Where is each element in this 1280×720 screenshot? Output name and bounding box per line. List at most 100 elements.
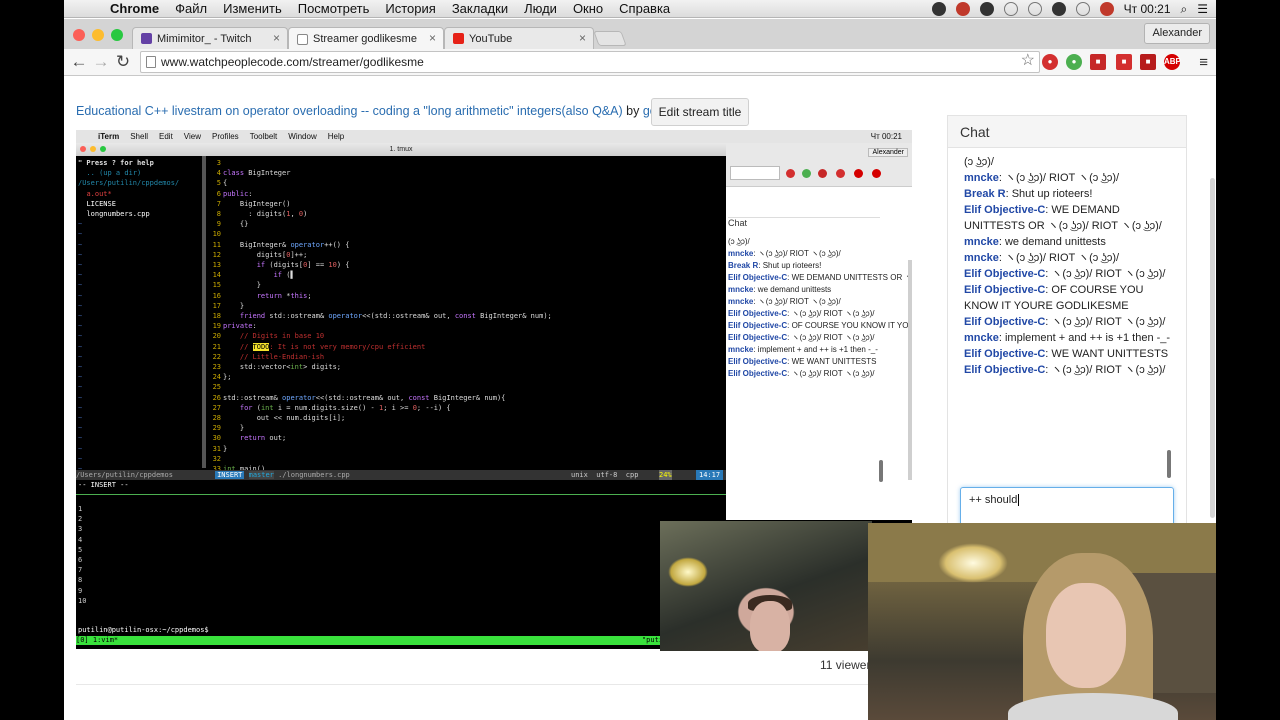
stream-mac-menubar: iTerm Shell Edit View Profiles Toolbelt … [76, 130, 912, 143]
ext-icon-4[interactable]: ■ [1116, 54, 1132, 70]
menu-people[interactable]: Люди [524, 1, 557, 16]
page-scrollbar[interactable] [1210, 178, 1215, 518]
chat-text: (ↄ ͜ʖↄ)/ [964, 156, 994, 168]
chat-username[interactable]: Elif Objective-C [964, 316, 1045, 328]
chat-message: mncke: implement + and ++ is +1 then -_- [964, 330, 1174, 346]
chat-message: Elif Objective-C: OF COURSE YOU KNOW IT … [728, 320, 912, 332]
chat-username[interactable]: Elif Objective-C [964, 364, 1045, 376]
chat-username[interactable]: Elif Objective-C [728, 369, 787, 378]
input-flag-icon[interactable] [1099, 2, 1114, 16]
chat-username[interactable]: mncke [728, 249, 753, 258]
stream-chat-messages: (ↄ ͜ʖↄ)/mncke: ヽ(ↄ ͜ʖↄ)/ RIOT ヽ(ↄ ͜ʖↄ)/B… [728, 236, 912, 380]
chat-username[interactable]: mncke [728, 297, 753, 306]
tab-streamer[interactable]: Streamer godlikesme × [288, 27, 444, 50]
tab-twitch[interactable]: Mimimitor_ - Twitch × [132, 27, 288, 49]
stream-menu-item: Toolbelt [249, 132, 278, 141]
menubar-clock[interactable]: Чт 00:21 [1124, 2, 1171, 16]
bookmark-star-icon[interactable]: ☆ [1021, 51, 1035, 71]
back-icon[interactable]: ← [68, 51, 90, 73]
bluetooth-icon[interactable] [1027, 2, 1042, 16]
chat-username[interactable]: Break R [964, 188, 1006, 200]
iterm-title: 1. tmux [389, 146, 413, 153]
chat-username[interactable]: mncke [964, 252, 999, 264]
stream-chat-scrollbar [879, 460, 883, 482]
close-window-icon[interactable] [73, 29, 85, 41]
chat-text: : OF COURSE YOU KNOW IT YOURE GODLIKESME [787, 321, 912, 330]
chat-username[interactable]: Elif Objective-C [964, 268, 1045, 280]
menu-view[interactable]: Посмотреть [298, 1, 370, 16]
chat-username[interactable]: mncke [728, 345, 753, 354]
adblock-ext-icon[interactable]: ● [1042, 54, 1058, 70]
chat-username[interactable]: mncke [964, 236, 999, 248]
chat-message: (ↄ ͜ʖↄ)/ [728, 236, 880, 248]
chat-username[interactable]: Break R [728, 261, 758, 270]
chat-username[interactable]: Elif Objective-C [728, 309, 787, 318]
close-tab-icon[interactable]: × [273, 31, 280, 45]
minimize-window-icon[interactable] [92, 29, 104, 41]
dropbox-icon[interactable] [931, 2, 946, 16]
shield-icon[interactable] [979, 2, 994, 16]
wifi-icon[interactable] [1051, 2, 1066, 16]
zoom-window-icon[interactable] [111, 29, 123, 41]
tab-label: Mimimitor_ - Twitch [157, 32, 252, 45]
app-status-icon[interactable] [955, 2, 970, 16]
close-tab-icon[interactable]: × [579, 31, 586, 45]
menu-app[interactable]: Chrome [110, 1, 159, 16]
chat-username[interactable]: Elif Objective-C [964, 204, 1045, 216]
chat-message: (ↄ ͜ʖↄ)/ [964, 154, 1174, 170]
edit-stream-title-button[interactable]: Edit stream title [651, 98, 749, 126]
chat-username[interactable]: mncke [728, 285, 753, 294]
ext-icon [836, 169, 845, 178]
stream-title-link[interactable]: Educational C++ livestram on operator ov… [76, 104, 623, 118]
chat-panel: Chat (ↄ ͜ʖↄ)/mncke: ヽ(ↄ ͜ʖↄ)/ RIOT ヽ(ↄ ͜… [947, 115, 1187, 535]
notification-icon[interactable]: ☰ [1197, 2, 1208, 16]
line-numbers: 3 4 5 6 7 8 9 10 11 12 13 14 15 16 17 18… [212, 159, 221, 473]
ext-icon-5[interactable]: ■ [1140, 54, 1156, 70]
time-machine-icon[interactable] [1003, 2, 1018, 16]
close-tab-icon[interactable]: × [429, 31, 436, 45]
statusline-path: /Users/putilin/cppdemos [76, 471, 173, 479]
page-icon [146, 56, 156, 68]
tab-youtube[interactable]: YouTube × [444, 27, 594, 49]
spotlight-icon[interactable]: ⌕ [1181, 2, 1188, 17]
chat-username[interactable]: mncke [964, 172, 999, 184]
chat-username[interactable]: Elif Objective-C [728, 333, 787, 342]
chat-message: mncke: we demand unittests [728, 284, 880, 296]
reload-icon[interactable]: ↻ [112, 51, 134, 73]
menu-help[interactable]: Справка [619, 1, 670, 16]
menu-edit[interactable]: Изменить [223, 1, 282, 16]
menu-window[interactable]: Окно [573, 1, 603, 16]
menu-bookmarks[interactable]: Закладки [452, 1, 508, 16]
chat-message: mncke: ヽ(ↄ ͜ʖↄ)/ RIOT ヽ(ↄ ͜ʖↄ)/ [964, 250, 1174, 266]
chat-username[interactable]: Elif Objective-C [964, 284, 1045, 296]
menu-history[interactable]: История [385, 1, 435, 16]
chat-username[interactable]: Elif Objective-C [728, 273, 787, 282]
ext-icon [872, 169, 881, 178]
chat-username[interactable]: Elif Objective-C [728, 321, 787, 330]
webcam-small [660, 521, 872, 651]
vim-mode-line: -- INSERT -- [78, 481, 129, 489]
menu-file[interactable]: Файл [175, 1, 207, 16]
chat-username[interactable]: Elif Objective-C [728, 357, 787, 366]
profile-button[interactable]: Alexander [1144, 23, 1210, 44]
address-bar[interactable]: www.watchpeoplecode.com/streamer/godlike… [140, 51, 1040, 73]
chat-scrollbar[interactable] [1167, 450, 1171, 478]
stream-page-scrollbar [908, 260, 912, 480]
abp-icon[interactable]: ABP [1164, 54, 1181, 70]
new-tab-button[interactable] [593, 31, 627, 46]
forward-icon[interactable]: → [90, 51, 112, 73]
evernote-ext-icon[interactable]: ● [1066, 54, 1082, 70]
ext-icon-3[interactable]: ■ [1090, 54, 1106, 70]
chat-username[interactable]: mncke [964, 332, 999, 344]
browser-toolbar: ← → ↻ www.watchpeoplecode.com/streamer/g… [64, 49, 1216, 76]
chat-text: : ヽ(ↄ ͜ʖↄ)/ RIOT ヽ(ↄ ͜ʖↄ)/ [753, 297, 841, 306]
chat-input[interactable]: ++ should [960, 487, 1174, 527]
chat-text: : implement + and ++ is +1 then -_- [998, 332, 1171, 344]
chat-message: mncke: ヽ(ↄ ͜ʖↄ)/ RIOT ヽ(ↄ ͜ʖↄ)/ [964, 170, 1174, 186]
youtube-icon [453, 33, 464, 44]
chrome-menu-icon[interactable]: ≡ [1199, 54, 1208, 71]
tab-label: YouTube [469, 32, 513, 45]
battery-icon[interactable] [1075, 2, 1090, 16]
shell-prompt: putilin@putilin-osx:~/cppdemos$ [78, 626, 209, 634]
chat-username[interactable]: Elif Objective-C [964, 348, 1045, 360]
